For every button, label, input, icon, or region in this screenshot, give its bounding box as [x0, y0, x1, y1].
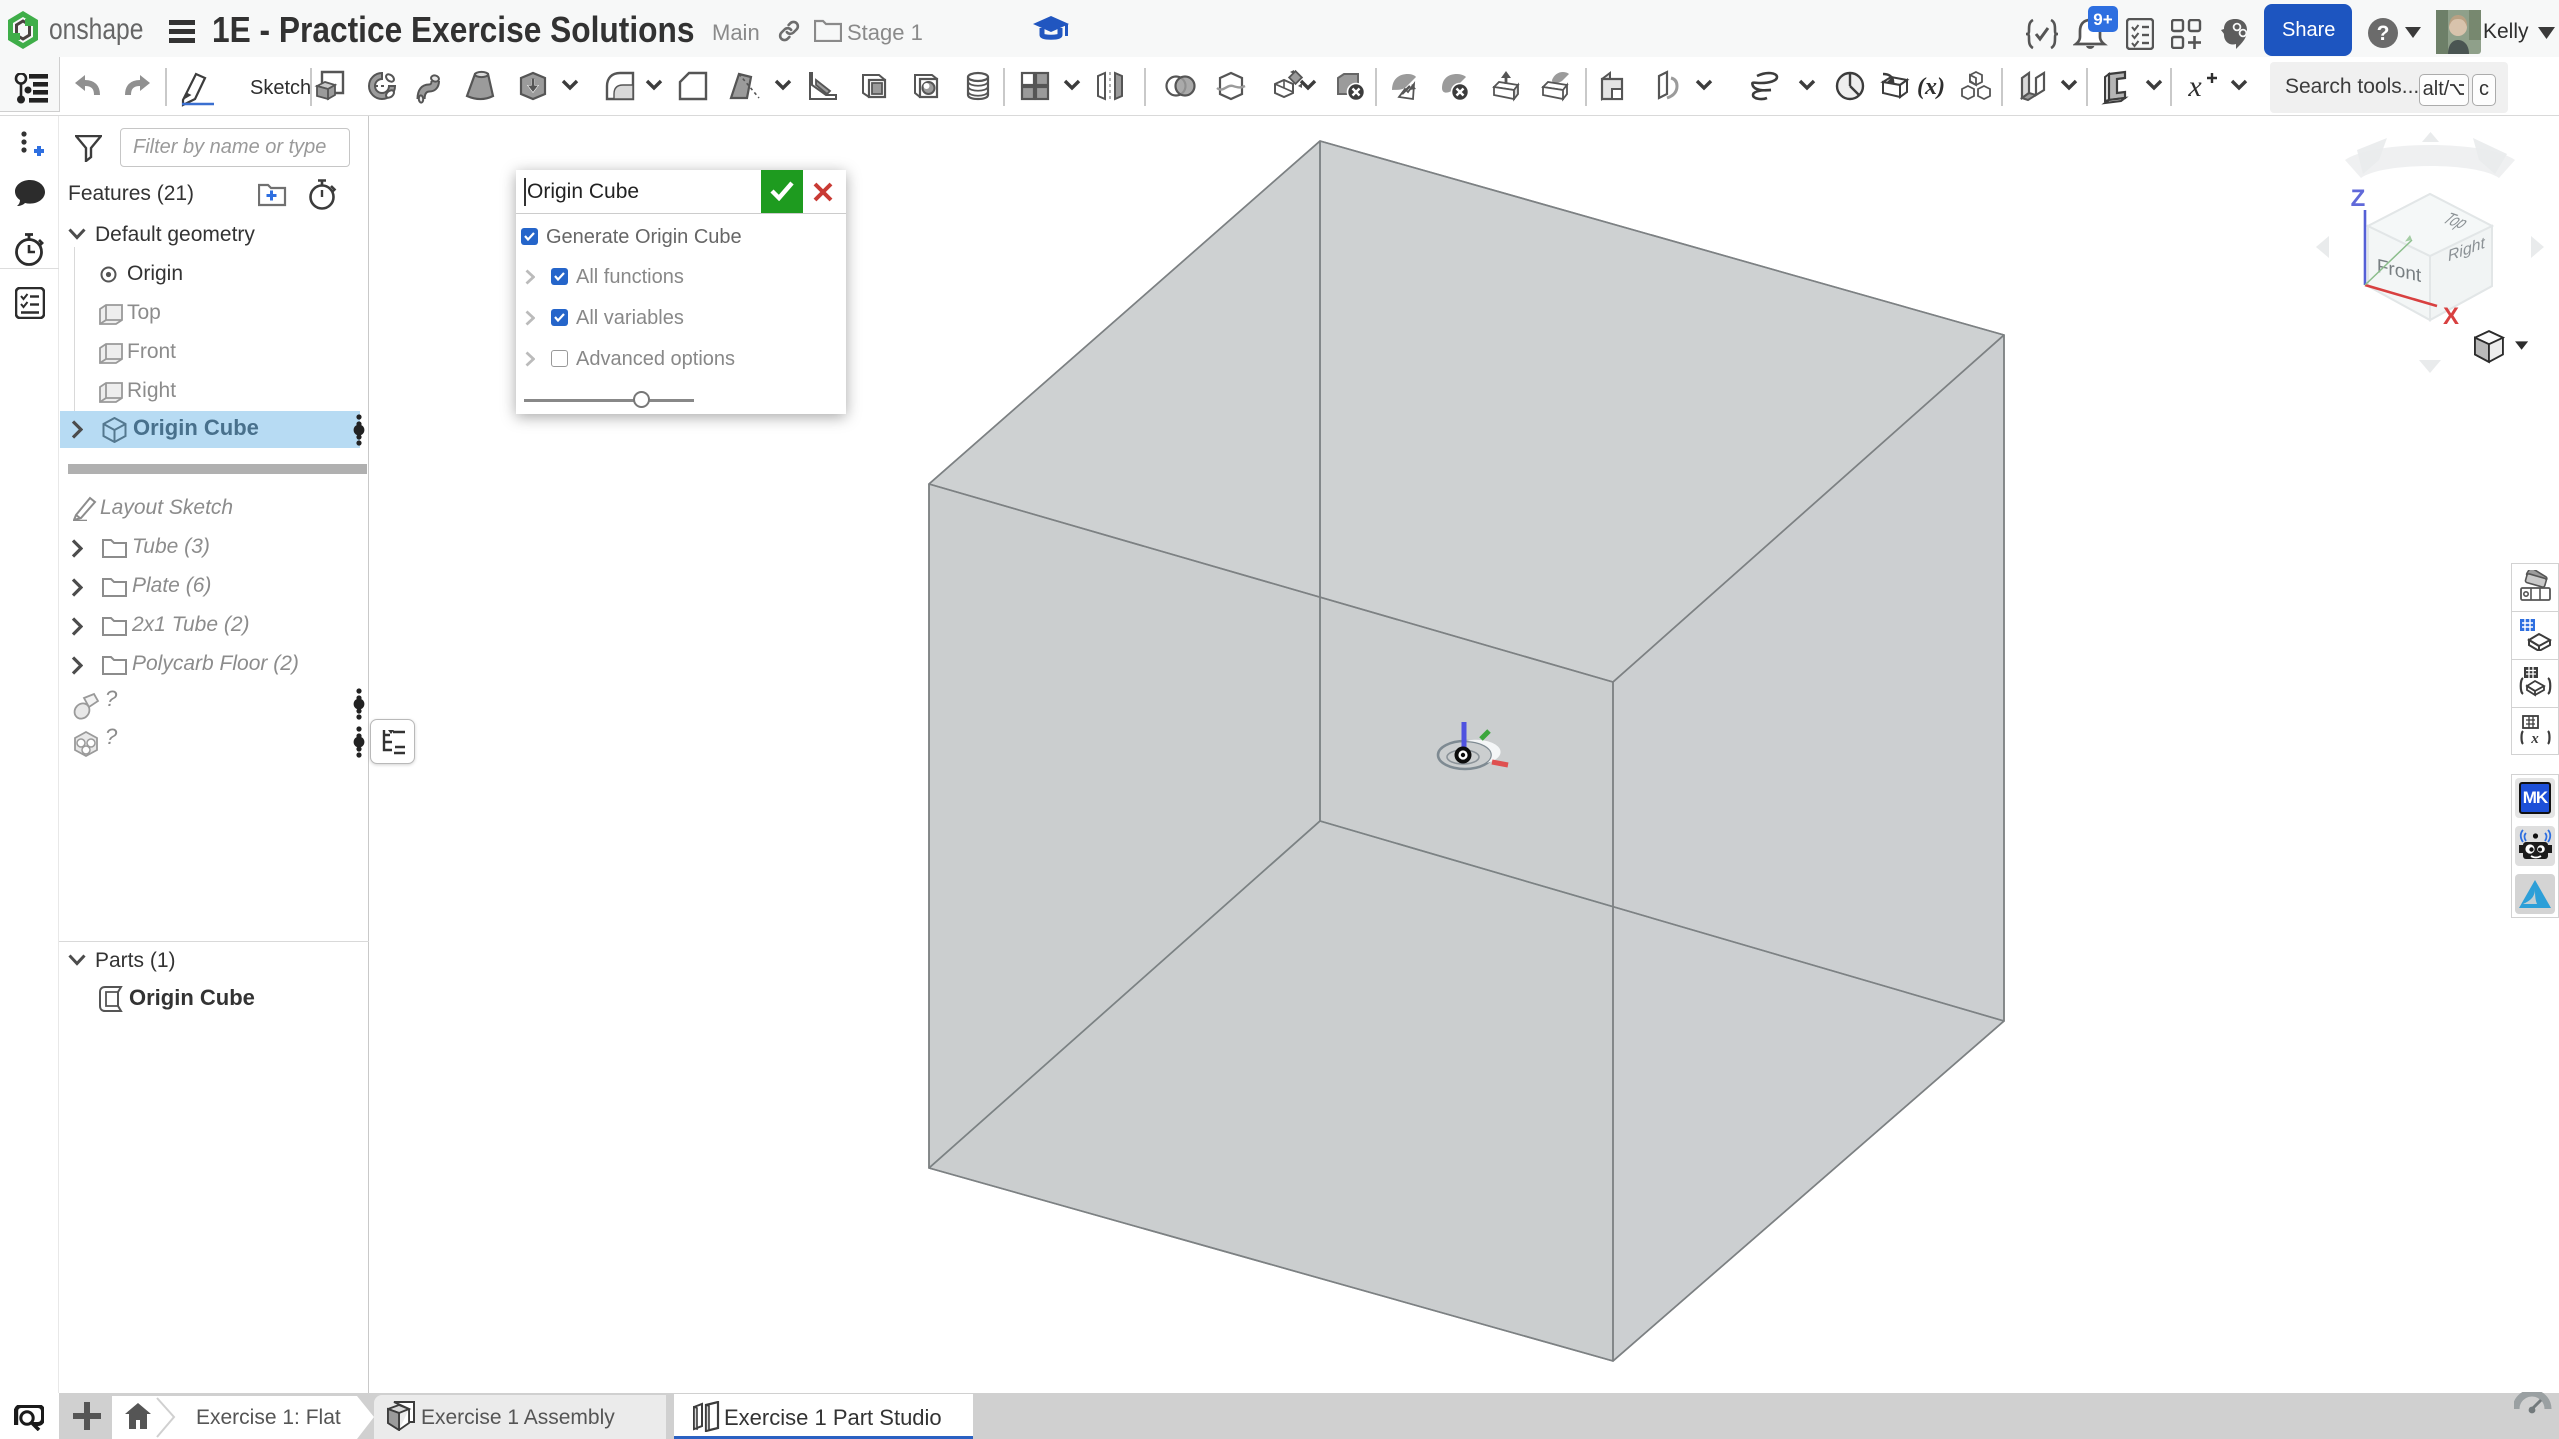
svg-text:Z: Z [2351, 185, 2366, 212]
svg-text:?: ? [2377, 22, 2390, 45]
svg-text:9+: 9+ [2093, 10, 2112, 29]
svg-text:X: X [2443, 303, 2459, 330]
svg-text:x: x [2530, 731, 2539, 747]
